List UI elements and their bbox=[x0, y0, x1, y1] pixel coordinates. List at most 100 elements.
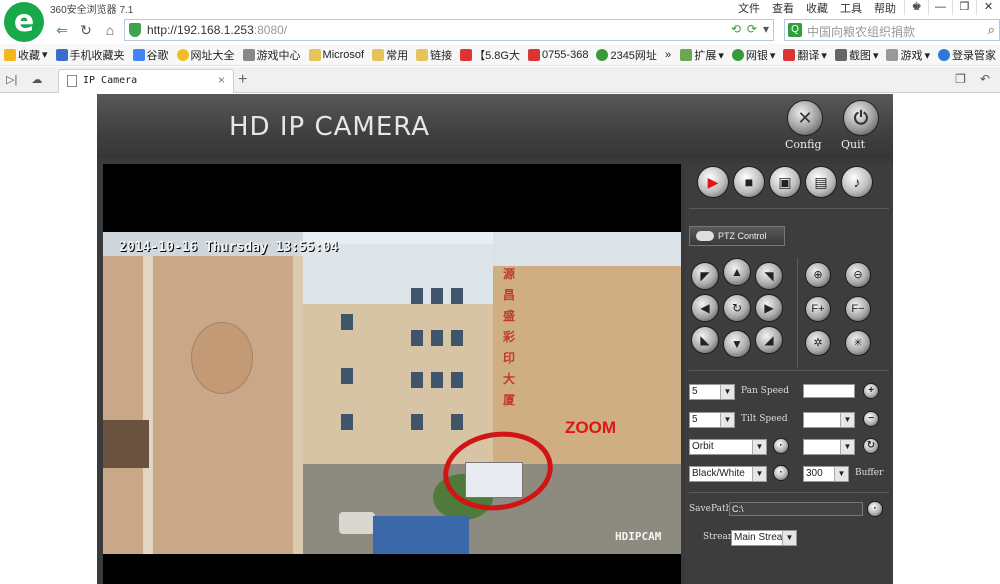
url-text[interactable]: http://192.168.1.253:8080/ bbox=[147, 23, 287, 37]
tool-translate[interactable]: 翻译 ▾ bbox=[779, 47, 831, 63]
buffer-select[interactable]: 300 ▼ bbox=[803, 466, 849, 482]
home-icon[interactable]: ⌂ bbox=[100, 20, 120, 40]
ptz-up-button[interactable]: ▲ bbox=[723, 258, 751, 286]
search-box[interactable]: Q 中国向粮农组织捐款 ⌕ bbox=[784, 19, 1000, 41]
search-engine-icon[interactable]: Q bbox=[788, 23, 802, 37]
cruise-mode-select[interactable]: Orbit ▼ bbox=[689, 439, 767, 455]
chevron-down-icon: ▼ bbox=[782, 531, 796, 545]
menu-view[interactable]: 查看 bbox=[772, 0, 794, 16]
stop-button[interactable]: ■ bbox=[733, 166, 765, 198]
speed-mode-icon[interactable]: ⟲ bbox=[731, 22, 741, 36]
power-icon[interactable]: ⏻ bbox=[843, 100, 879, 136]
ptz-up-left-button[interactable]: ◤ bbox=[691, 262, 719, 290]
close-tab-icon[interactable]: × bbox=[218, 73, 225, 87]
video-watermark: HDIPCAM bbox=[615, 530, 662, 543]
zoom-in-button[interactable]: ⊕ bbox=[805, 262, 831, 288]
new-tab-button[interactable]: + bbox=[238, 71, 247, 89]
bookmark-directory[interactable]: 网址大全 bbox=[173, 47, 239, 63]
bookmark-phone[interactable]: 0755-368 bbox=[524, 48, 593, 61]
menu-tools[interactable]: 工具 bbox=[840, 0, 862, 16]
menu-help[interactable]: 帮助 bbox=[874, 0, 896, 16]
pan-speed-value-box[interactable] bbox=[803, 384, 855, 398]
ptz-left-button[interactable]: ◀ bbox=[691, 294, 719, 322]
bookmarks-tools: 扩展 ▾ 网银 ▾ 翻译 ▾ 截图 ▾ 游戏 ▾ 登录管家 bbox=[676, 44, 1000, 66]
snapshot-button[interactable]: ▣ bbox=[769, 166, 801, 198]
browser-logo[interactable]: e bbox=[4, 2, 44, 42]
bookmark-google[interactable]: 谷歌 bbox=[129, 47, 173, 63]
savepath-input[interactable]: C:\ bbox=[729, 502, 863, 516]
video-view[interactable]: 源 昌 盛 彩 印 大 厦 ZOOM 2014-10-16 Thursday 1… bbox=[103, 164, 681, 584]
color-mode-apply-button[interactable]: · bbox=[773, 465, 789, 481]
preset-select[interactable]: ▼ bbox=[803, 412, 855, 428]
goto-preset-button[interactable]: ↻ bbox=[863, 438, 879, 454]
compat-mode-icon[interactable]: ⟳ bbox=[747, 22, 757, 36]
config-button[interactable]: ✕ Config bbox=[785, 100, 825, 151]
zoom-out-button[interactable]: ⊖ bbox=[845, 262, 871, 288]
ptz-right-button[interactable]: ▶ bbox=[755, 294, 783, 322]
skin-icon[interactable]: ♚ bbox=[904, 0, 928, 15]
close-button[interactable]: ✕ bbox=[976, 0, 1000, 15]
ptz-center-button[interactable]: ↻ bbox=[723, 294, 751, 322]
quit-button[interactable]: ⏻ Quit bbox=[841, 100, 881, 151]
tool-screenshot[interactable]: 截图 ▾ bbox=[831, 47, 883, 63]
more-bookmarks-icon[interactable]: » bbox=[661, 49, 675, 61]
bookmark-2345[interactable]: 2345网址 bbox=[592, 47, 660, 63]
ptz-down-button[interactable]: ▼ bbox=[723, 330, 751, 358]
refresh-icon[interactable]: ↻ bbox=[76, 20, 96, 40]
back-icon[interactable]: ⇐ bbox=[52, 20, 72, 40]
tab-list-icon[interactable]: ❐ bbox=[955, 72, 966, 86]
preset-goto-select[interactable]: ▼ bbox=[803, 439, 855, 455]
tool-login-manager[interactable]: 登录管家 bbox=[934, 47, 1000, 63]
minimize-button[interactable]: — bbox=[928, 0, 952, 15]
focus-far-button[interactable]: F− bbox=[845, 296, 871, 322]
dropdown-icon[interactable]: ▾ bbox=[763, 22, 769, 36]
camera-panel: HD IP CAMERA ✕ Config ⏻ Quit 源 昌 盛 彩 印 大… bbox=[97, 94, 893, 584]
config-label: Config bbox=[785, 138, 822, 151]
address-bar[interactable]: http://192.168.1.253:8080/ ⟲ ⟳ ▾ bbox=[124, 19, 774, 41]
tool-extensions[interactable]: 扩展 ▾ bbox=[676, 47, 728, 63]
control-panel: ▶ ■ ▣ ▤ ♪ PTZ Control ◤ ▲ ◥ ◀ ↻ ▶ ◣ ▼ ◢ … bbox=[685, 164, 893, 584]
undo-close-icon[interactable]: ↶ bbox=[980, 72, 990, 86]
bookmark-microsoft[interactable]: Microsof bbox=[305, 48, 369, 61]
add-preset-button[interactable]: + bbox=[863, 383, 879, 399]
remove-preset-button[interactable]: − bbox=[863, 411, 879, 427]
bookmark-games[interactable]: 游戏中心 bbox=[239, 47, 305, 63]
iris-open-button[interactable]: ✲ bbox=[805, 330, 831, 356]
bookmark-5-8g[interactable]: 【5.8G大 bbox=[456, 47, 524, 63]
focus-near-button[interactable]: F+ bbox=[805, 296, 831, 322]
bookmark-links[interactable]: 链接 bbox=[412, 47, 456, 63]
menu-favorites[interactable]: 收藏 bbox=[806, 0, 828, 16]
cruise-start-button[interactable]: · bbox=[773, 438, 789, 454]
ptz-down-left-button[interactable]: ◣ bbox=[691, 326, 719, 354]
sidebar-toggle-icon[interactable]: ▷| bbox=[6, 73, 17, 86]
microphone-button[interactable]: ♪ bbox=[841, 166, 873, 198]
camera-feed: 源 昌 盛 彩 印 大 厦 ZOOM 2014-10-16 Thursday 1… bbox=[103, 232, 681, 554]
ptz-down-right-button[interactable]: ◢ bbox=[755, 326, 783, 354]
security-shield-icon bbox=[129, 23, 141, 37]
record-button[interactable]: ▶ bbox=[697, 166, 729, 198]
bookmark-common[interactable]: 常用 bbox=[368, 47, 412, 63]
tool-games[interactable]: 游戏 ▾ bbox=[882, 47, 934, 63]
bookmark-favorites[interactable]: 收藏 ▾ bbox=[0, 47, 52, 63]
cloud-icon[interactable]: ☁ bbox=[31, 73, 42, 86]
tilt-speed-select[interactable]: 5 ▼ bbox=[689, 412, 735, 428]
bookmark-mobile[interactable]: 手机收藏夹 bbox=[52, 47, 129, 63]
ptz-control-tab[interactable]: PTZ Control bbox=[689, 226, 785, 246]
maximize-button[interactable]: ❐ bbox=[952, 0, 976, 15]
iris-close-button[interactable]: ✳ bbox=[845, 330, 871, 356]
search-icon[interactable]: ⌕ bbox=[988, 22, 995, 38]
tab-ip-camera[interactable]: IP Camera × bbox=[58, 69, 234, 93]
pan-speed-select[interactable]: 5 ▼ bbox=[689, 384, 735, 400]
browse-folder-button[interactable]: · bbox=[867, 501, 883, 517]
stream-select[interactable]: Main Strea ▼ bbox=[731, 530, 797, 546]
address-actions: ⟲ ⟳ ▾ bbox=[731, 22, 769, 36]
iris-plus-icon: ✲ bbox=[813, 337, 823, 349]
zoom-annotation: ZOOM bbox=[565, 418, 616, 437]
color-mode-select[interactable]: Black/White ▼ bbox=[689, 466, 767, 482]
grid-icon bbox=[680, 49, 693, 61]
wrench-icon[interactable]: ✕ bbox=[787, 100, 823, 136]
ptz-up-right-button[interactable]: ◥ bbox=[755, 262, 783, 290]
tool-banking[interactable]: 网银 ▾ bbox=[728, 47, 780, 63]
video-record-button[interactable]: ▤ bbox=[805, 166, 837, 198]
menu-file[interactable]: 文件 bbox=[738, 0, 760, 16]
